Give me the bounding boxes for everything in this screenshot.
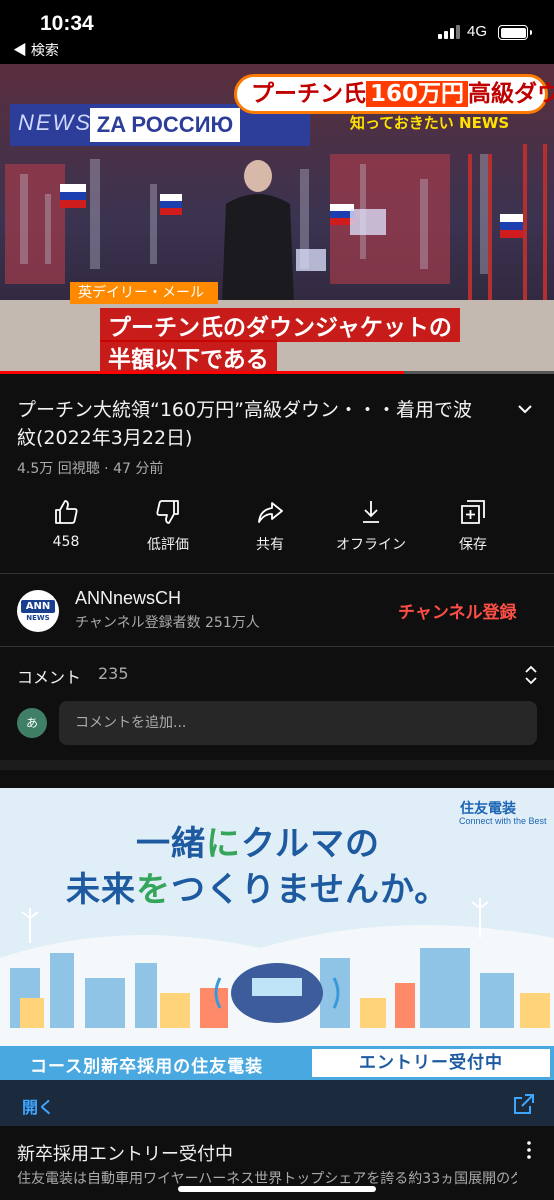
caption-line-1: プーチン氏のダウンジャケットの xyxy=(100,308,460,342)
video-progress-bar[interactable] xyxy=(0,371,554,374)
signal-icon xyxy=(438,25,462,39)
more-options-icon[interactable] xyxy=(525,1140,533,1160)
dislike-label: 低評価 xyxy=(147,537,189,553)
ad-entry-label: エントリー受付中 xyxy=(312,1049,550,1077)
news-word: NEWS xyxy=(18,110,92,135)
topic-prefix: プーチン氏 xyxy=(251,81,366,107)
topic-banner: プーチン氏160万円高級ダウン xyxy=(234,74,554,114)
ad-headline-1: 一緒にクルマの xyxy=(136,816,380,865)
subscriber-count: チャンネル登録者数 251万人 xyxy=(75,615,260,631)
section-separator xyxy=(0,760,554,788)
ad-band-text: コース別新卒採用の住友電装 xyxy=(30,1057,264,1077)
action-bar: 458 低評価 共有 オフライン 保存 xyxy=(0,498,554,558)
divider xyxy=(0,646,554,647)
za-banner-text: ZA РОССИЮ xyxy=(90,108,240,142)
like-button[interactable]: 458 xyxy=(16,498,116,550)
caption-line-2: 半額以下である xyxy=(100,340,277,374)
dislike-button[interactable]: 低評価 xyxy=(118,498,218,554)
comments-count: 235 xyxy=(98,664,129,683)
status-bar: 10:34 ◀ 検索 4G xyxy=(0,0,554,64)
ad-action-bar xyxy=(0,1080,554,1126)
video-meta: 4.5万 回視聴 · 47 分前 xyxy=(17,461,164,477)
topic-highlight: 160万円 xyxy=(366,81,469,107)
offline-label: オフライン xyxy=(336,537,406,553)
comments-header[interactable]: コメント xyxy=(17,664,81,688)
video-player[interactable]: NEWS ZA РОССИЮ プーチン氏160万円高級ダウン 知っておきたい N… xyxy=(0,64,554,374)
save-button[interactable]: 保存 xyxy=(423,498,523,554)
comment-input[interactable] xyxy=(59,701,537,745)
back-to-search-link[interactable]: ◀ 検索 xyxy=(13,40,59,60)
divider xyxy=(0,573,554,574)
ad-brand: 住友電装 xyxy=(460,801,516,817)
thumbs-up-icon xyxy=(55,500,78,524)
share-icon xyxy=(258,502,283,523)
channel-avatar[interactable]: ANN NEWS xyxy=(17,590,59,632)
chevron-down-icon[interactable] xyxy=(516,400,534,418)
ad-headline-1a: 一緒 xyxy=(136,824,206,864)
offline-button[interactable]: オフライン xyxy=(321,498,421,554)
network-type: 4G xyxy=(467,23,488,40)
ad-brand-tagline: Connect with the Best xyxy=(459,816,547,826)
share-label: 共有 xyxy=(256,537,284,553)
add-to-playlist-icon xyxy=(461,500,485,524)
download-icon xyxy=(363,501,379,523)
ad-city-illustration xyxy=(0,898,554,1048)
ad-headline-1c: クルマの xyxy=(241,824,380,864)
expand-collapse-icon[interactable] xyxy=(522,664,540,686)
external-link-icon[interactable] xyxy=(513,1093,535,1115)
clock: 10:34 xyxy=(40,12,94,35)
video-title[interactable]: プーチン大統領“160万円”高級ダウン・・・着用で波紋(2022年3月22日) xyxy=(17,396,487,452)
battery-icon xyxy=(498,25,532,40)
share-button[interactable]: 共有 xyxy=(220,498,320,554)
user-avatar: あ xyxy=(17,708,47,738)
ad-headline-1b: に xyxy=(206,824,241,864)
topic-subtitle: 知っておきたい NEWS xyxy=(350,114,510,132)
subscribe-button[interactable]: チャンネル登録 xyxy=(398,598,517,623)
source-label: 英デイリー・メール xyxy=(70,282,218,304)
video-progress-fill xyxy=(0,371,405,374)
channel-logo-text: ANN xyxy=(21,600,55,613)
save-label: 保存 xyxy=(459,537,487,553)
thumbs-down-icon xyxy=(156,500,179,524)
ad-banner[interactable]: 住友電装 Connect with the Best 一緒にクルマの 未来をつく… xyxy=(0,788,554,1080)
topic-suffix: 高級ダウン xyxy=(468,81,554,107)
channel-logo-subtext: NEWS xyxy=(26,614,50,622)
home-indicator[interactable] xyxy=(178,1186,376,1192)
like-count: 458 xyxy=(52,534,80,550)
channel-name[interactable]: ANNnewsCH xyxy=(75,588,181,609)
ad-title[interactable]: 新卒採用エントリー受付中 xyxy=(17,1140,233,1166)
ad-open-button[interactable]: 開く xyxy=(22,1094,54,1118)
